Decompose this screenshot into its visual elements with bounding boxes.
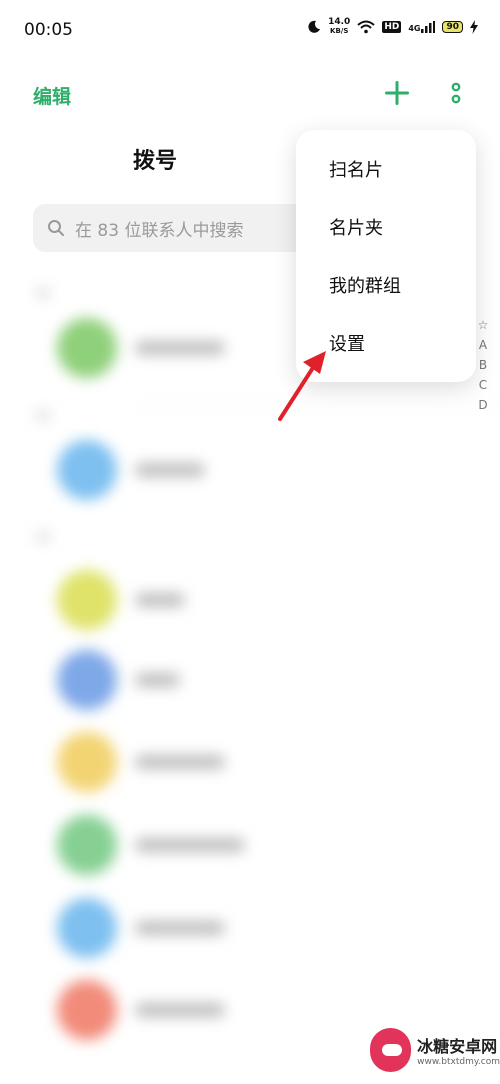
status-time: 00:05	[24, 20, 73, 40]
section-header	[36, 532, 50, 542]
net-speed-value: 14.0	[328, 17, 351, 27]
index-d[interactable]: D	[476, 398, 490, 412]
index-a[interactable]: A	[476, 338, 490, 352]
battery-indicator: 90	[442, 21, 463, 33]
index-star[interactable]: ☆	[476, 318, 490, 332]
avatar	[57, 815, 117, 875]
wifi-icon	[357, 20, 375, 34]
red-arrow-annotation	[278, 351, 326, 421]
avatar	[57, 898, 117, 958]
watermark-text: 冰糖安卓网 www.btxtdmy.com	[417, 1033, 500, 1067]
status-bar: 00:05 14.0 KB/S HD 4G 90	[0, 0, 500, 60]
page-title: 拨号	[133, 149, 178, 174]
index-b[interactable]: B	[476, 358, 490, 372]
table-row[interactable]	[135, 921, 225, 935]
signal-label: 4G	[408, 24, 421, 33]
contact-list[interactable]	[0, 270, 500, 1084]
net-speed: 14.0 KB/S	[328, 18, 350, 36]
plus-icon[interactable]	[382, 78, 412, 108]
watermark: 冰糖安卓网 www.btxtdmy.com	[370, 1020, 500, 1080]
watermark-name: 冰糖安卓网	[417, 1037, 498, 1056]
status-icons: 14.0 KB/S HD 4G 90	[307, 18, 478, 36]
net-speed-unit: KB/S	[330, 27, 349, 35]
signal-4g: 4G	[408, 21, 436, 33]
table-row[interactable]	[135, 838, 245, 852]
index-c[interactable]: C	[476, 378, 490, 392]
hd-badge: HD	[382, 21, 402, 33]
menu-item-card-holder[interactable]: 名片夹	[296, 198, 476, 256]
signal-icon	[421, 21, 436, 33]
table-row[interactable]	[135, 755, 225, 769]
search-icon	[48, 220, 64, 236]
alphabet-index[interactable]: ☆ A B C D	[476, 318, 490, 412]
watermark-logo-icon	[370, 1028, 412, 1072]
avatar	[57, 732, 117, 792]
table-row[interactable]	[135, 463, 205, 477]
avatar	[57, 980, 117, 1040]
avatar	[57, 318, 117, 378]
edit-button[interactable]: 编辑	[33, 82, 71, 109]
section-header	[36, 410, 50, 420]
table-row[interactable]	[135, 1003, 225, 1017]
avatar	[57, 570, 117, 630]
table-row[interactable]	[135, 341, 225, 355]
section-header	[36, 288, 50, 298]
search-placeholder: 在 83 位联系人中搜索	[75, 220, 244, 241]
watermark-url: www.btxtdmy.com	[417, 1057, 500, 1067]
more-vertical-icon[interactable]	[446, 80, 466, 108]
menu-item-scan-card[interactable]: 扫名片	[296, 140, 476, 198]
menu-item-my-groups[interactable]: 我的群组	[296, 256, 476, 314]
charging-icon	[470, 20, 478, 34]
avatar	[57, 650, 117, 710]
table-row[interactable]	[135, 673, 180, 687]
table-row[interactable]	[135, 593, 185, 607]
avatar	[57, 440, 117, 500]
moon-icon	[308, 20, 321, 33]
